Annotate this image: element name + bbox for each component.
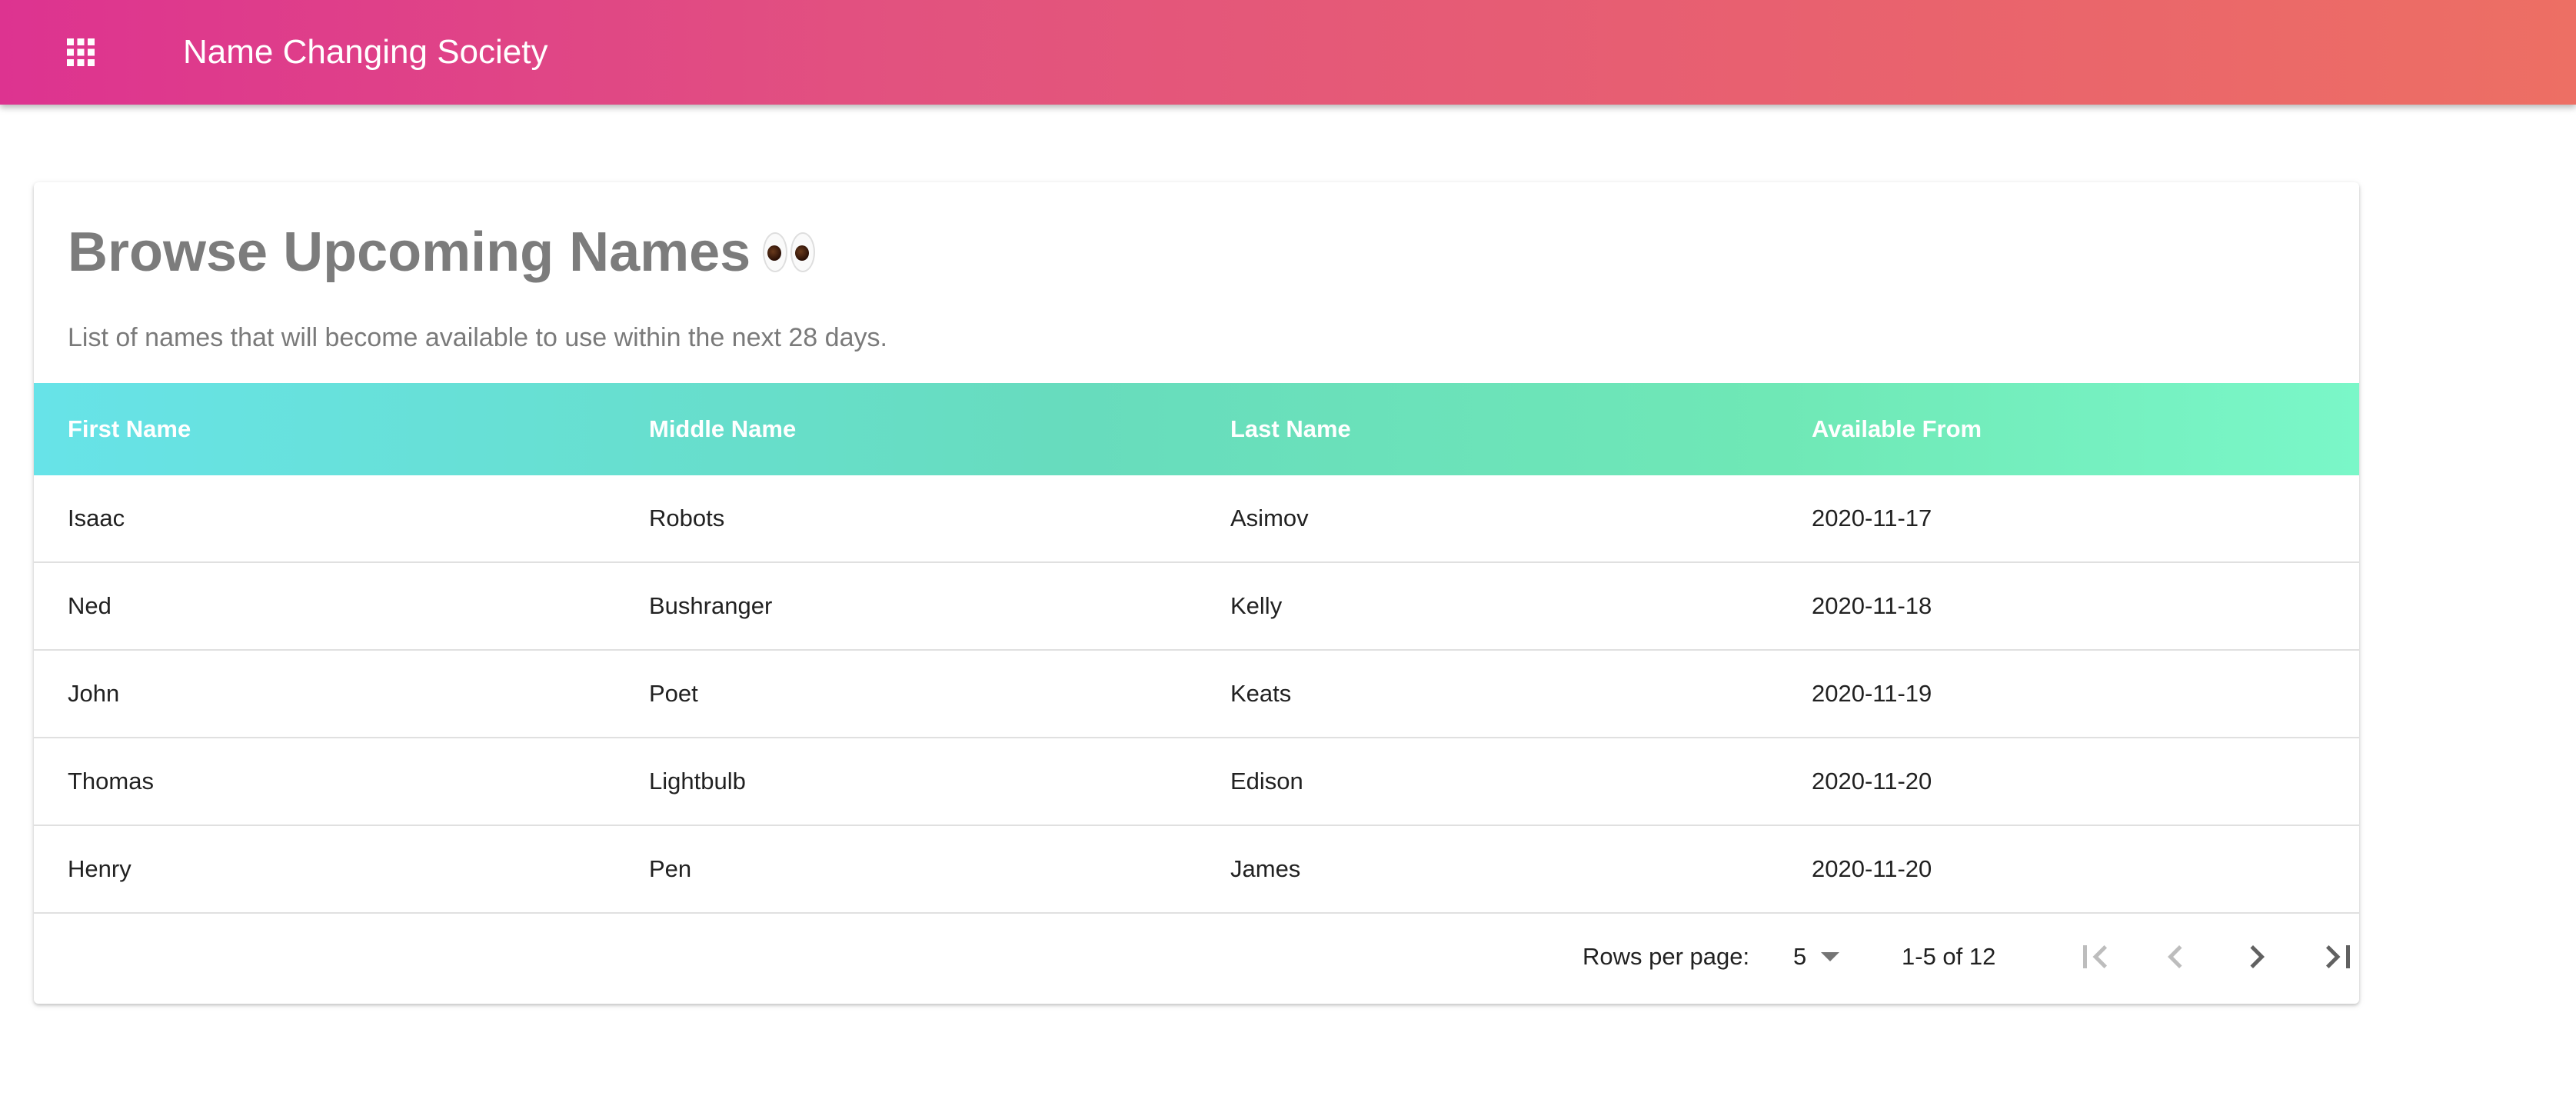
table-row: Henry Pen James 2020-11-20 — [34, 826, 2359, 914]
cell-available-from: 2020-11-20 — [1812, 855, 1932, 882]
column-header-available-from[interactable]: Available From — [1812, 383, 1982, 475]
cell-available-from: 2020-11-17 — [1812, 505, 1932, 531]
cell-middle-name: Pen — [649, 855, 692, 882]
column-header-last-name[interactable]: Last Name — [1230, 383, 1351, 475]
table-row: Thomas Lightbulb Edison 2020-11-20 — [34, 738, 2359, 826]
cell-last-name: James — [1230, 855, 1301, 882]
right-eye — [790, 232, 816, 272]
cell-first-name: John — [68, 680, 120, 707]
cell-first-name: Isaac — [68, 505, 125, 531]
card-title-wrapper: Browse Upcoming Names — [68, 218, 816, 287]
cell-middle-name: Bushranger — [649, 592, 773, 619]
cell-middle-name: Lightbulb — [649, 768, 746, 795]
previous-page-icon[interactable] — [2152, 934, 2198, 980]
eyes-emoji-icon — [763, 232, 816, 272]
cell-last-name: Asimov — [1230, 505, 1309, 531]
last-page-icon[interactable] — [2315, 934, 2359, 980]
column-header-first-name[interactable]: First Name — [68, 383, 191, 475]
cell-available-from: 2020-11-19 — [1812, 680, 1932, 707]
cell-middle-name: Robots — [649, 505, 725, 531]
next-page-icon[interactable] — [2234, 934, 2280, 980]
first-page-icon[interactable] — [2072, 934, 2118, 980]
app-title: Name Changing Society — [183, 33, 548, 71]
column-header-middle-name[interactable]: Middle Name — [649, 383, 796, 475]
table-pagination: Rows per page: 5 1-5 of 12 — [34, 914, 2359, 1004]
page-subtitle: List of names that will become available… — [68, 323, 887, 352]
cell-first-name: Ned — [68, 592, 111, 619]
upcoming-names-card: Browse Upcoming Names List of names that… — [34, 182, 2359, 1004]
table-header-row: First Name Middle Name Last Name Availab… — [34, 383, 2359, 475]
table-row: Isaac Robots Asimov 2020-11-17 — [34, 475, 2359, 563]
table-row: Ned Bushranger Kelly 2020-11-18 — [34, 563, 2359, 651]
cell-last-name: Keats — [1230, 680, 1292, 707]
pagination-range: 1-5 of 12 — [1902, 943, 1996, 970]
page-title: Browse Upcoming Names — [68, 222, 751, 283]
cell-last-name: Edison — [1230, 768, 1303, 795]
rows-per-page-label: Rows per page: — [1583, 943, 1750, 970]
rows-per-page-value: 5 — [1793, 943, 1807, 970]
cell-available-from: 2020-11-20 — [1812, 768, 1932, 795]
cell-middle-name: Poet — [649, 680, 698, 707]
cell-first-name: Henry — [68, 855, 131, 882]
cell-last-name: Kelly — [1230, 592, 1283, 619]
left-eye — [763, 232, 788, 272]
cell-available-from: 2020-11-18 — [1812, 592, 1932, 619]
caret-down-icon — [1821, 952, 1839, 961]
cell-first-name: Thomas — [68, 768, 154, 795]
table-row: John Poet Keats 2020-11-19 — [34, 651, 2359, 738]
rows-per-page-select[interactable]: 5 — [1793, 937, 1839, 977]
apps-grid-icon[interactable] — [67, 38, 95, 66]
app-bar: Name Changing Society — [0, 0, 2576, 105]
